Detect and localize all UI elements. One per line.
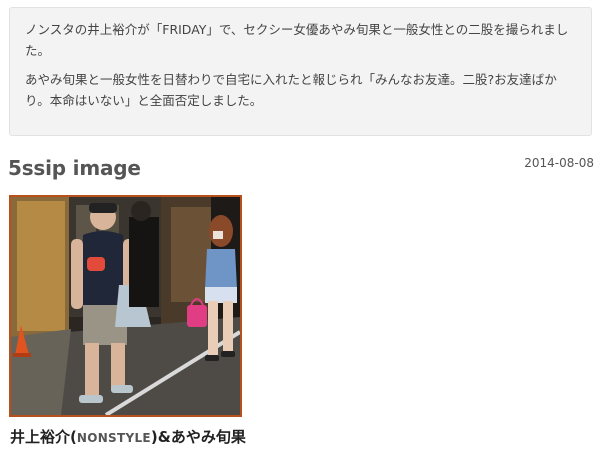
post-date: 2014-08-08 [524,156,594,170]
summary-paragraph-1: ノンスタの井上裕介が「FRIDAY」で、セクシー女優あやみ旬果と一般女性との二股… [25,22,569,58]
caption-name-2: )&あやみ旬果 [150,428,246,446]
article-summary: ノンスタの井上裕介が「FRIDAY」で、セクシー女優あやみ旬果と一般女性との二股… [9,7,592,136]
section-title: 5ssip image [8,156,141,180]
photo-caption: 井上裕介(NONSTYLE)&あやみ旬果 [10,426,246,447]
article-photo[interactable] [9,195,242,417]
summary-paragraph-2: あやみ旬果と一般女性を日替わりで自宅に入れたと報じられ「みんなお友達。二股?お友… [25,72,557,108]
caption-group: NONSTYLE [76,431,151,445]
caption-name-1: 井上裕介( [10,428,77,446]
photo-illustration [11,197,240,415]
